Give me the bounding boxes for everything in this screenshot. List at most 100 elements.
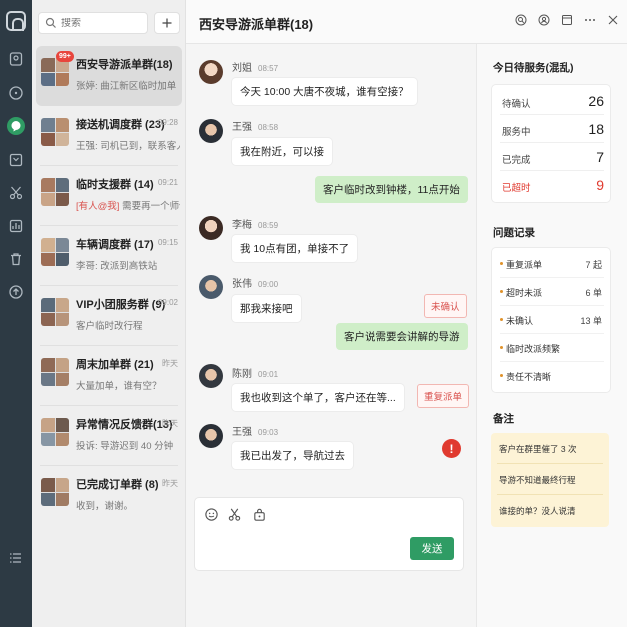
issue-item[interactable]: 重复派单 7 起 bbox=[492, 250, 612, 278]
today-title: 今日待服务(混乱) bbox=[493, 62, 574, 74]
session-time: 09:28 bbox=[157, 118, 178, 127]
trash-icon[interactable] bbox=[7, 250, 25, 268]
session-time: 09:21 bbox=[157, 178, 178, 187]
session-item-weekend[interactable]: 周末加单群 (21) 昨天 大量加单，谁有空？ bbox=[32, 346, 186, 406]
stat-completed[interactable]: 已完成 7 bbox=[492, 143, 612, 171]
session-preview: 收到，谢谢。 bbox=[76, 501, 134, 512]
issue-item[interactable]: 责任不清晰 bbox=[492, 362, 612, 390]
session-time: 09:02 bbox=[157, 298, 178, 307]
chart-icon[interactable] bbox=[7, 217, 25, 235]
note-item: 导游不知道最终行程 bbox=[491, 464, 609, 495]
message-sender: 王强 08:58 bbox=[232, 122, 279, 133]
send-button[interactable]: 发送 bbox=[410, 537, 454, 560]
message-bubble: 我 10点有团，单接不了 bbox=[232, 235, 358, 262]
session-time: 昨天 bbox=[162, 359, 178, 368]
task-icon[interactable] bbox=[7, 151, 25, 169]
mention-tag: [有人@我] bbox=[76, 201, 120, 212]
issue-item[interactable]: 未确认 13 单 bbox=[492, 306, 612, 334]
upload-icon[interactable] bbox=[7, 283, 25, 301]
session-item-vehicle[interactable]: 车辆调度群 (17) 09:15 李哥: 改派到高铁站 bbox=[32, 226, 186, 286]
note-item: 谁接的单？没人说清 bbox=[499, 506, 576, 516]
duplicate-dispatch-tag[interactable]: 重复派单 bbox=[417, 384, 470, 408]
member-icon[interactable] bbox=[538, 14, 550, 26]
avatar bbox=[199, 275, 223, 299]
message-sender: 刘姐 08:57 bbox=[232, 63, 279, 74]
session-item-completed[interactable]: 已完成订单群 (8) 昨天 收到，谢谢。 bbox=[32, 466, 186, 526]
session-preview: 张婷: 曲江新区临时加单 bbox=[76, 81, 177, 92]
issue-item[interactable]: 临时改派频繁 bbox=[492, 334, 612, 362]
group-avatar bbox=[41, 298, 69, 326]
close-icon[interactable] bbox=[607, 14, 619, 26]
group-avatar bbox=[41, 478, 69, 506]
session-name: 已完成订单群 (8) bbox=[76, 479, 159, 491]
session-name: 西安导游派单群(18) bbox=[76, 59, 173, 71]
session-preview: 投诉: 导游迟到 40 分钟 bbox=[76, 441, 174, 452]
message-composer[interactable]: 发送 bbox=[194, 497, 464, 571]
group-avatar bbox=[41, 58, 69, 86]
more-icon[interactable] bbox=[584, 14, 596, 26]
unconfirmed-tag[interactable]: 未确认 bbox=[424, 294, 467, 318]
session-time: 昨天 bbox=[162, 479, 178, 488]
status-card: 待确认 26 服务中 18 已完成 7 已超时 9 bbox=[491, 84, 611, 203]
session-item-xian-guide[interactable]: 99+ 西安导游派单群(18) 张婷: 曲江新区临时加单 bbox=[36, 46, 182, 106]
session-time: 昨天 bbox=[162, 419, 178, 428]
avatar bbox=[199, 119, 223, 143]
stat-pending[interactable]: 待确认 26 bbox=[492, 87, 612, 115]
messages-icon[interactable] bbox=[7, 117, 25, 135]
issues-card: 重复派单 7 起 超时未派 6 单 未确认 13 单 临时改派频繁 责任不清晰 bbox=[491, 247, 611, 393]
session-list: 99+ 西安导游派单群(18) 张婷: 曲江新区临时加单 接送机调度群 (23)… bbox=[32, 0, 186, 627]
session-item-support[interactable]: 临时支援群 (14) 09:21 [有人@我] 需要再一个师傅支援 bbox=[32, 166, 186, 226]
message-sender: 陈刚 09:01 bbox=[232, 369, 279, 380]
session-item-exception[interactable]: 异常情况反馈群(13) 昨天 投诉: 导游迟到 40 分钟 bbox=[32, 406, 186, 466]
group-avatar bbox=[41, 178, 69, 206]
session-preview: [有人@我] 需要再一个师傅支援 bbox=[76, 201, 180, 212]
chat-title: 西安导游派单群(18) bbox=[199, 17, 314, 32]
menu-icon[interactable] bbox=[7, 549, 25, 567]
search-input[interactable] bbox=[61, 17, 141, 29]
message-sender: 王强 09:03 bbox=[232, 427, 279, 438]
session-name: 车辆调度群 (17) bbox=[76, 239, 154, 251]
session-preview: 客户临时改行程 bbox=[76, 321, 143, 332]
message-bubble: 我在附近，可以接 bbox=[232, 138, 332, 165]
stat-overdue[interactable]: 已超时 9 bbox=[492, 171, 612, 199]
alert-icon[interactable]: ! bbox=[442, 439, 461, 458]
session-name: VIP小团服务群 (9) bbox=[76, 299, 166, 311]
scissors-icon[interactable] bbox=[7, 184, 25, 202]
session-preview: 大量加单，谁有空？ bbox=[76, 381, 162, 392]
plus-icon bbox=[162, 18, 172, 28]
group-avatar bbox=[41, 358, 69, 386]
chat-header: 西安导游派单群(18) bbox=[186, 0, 627, 44]
avatar bbox=[199, 364, 223, 388]
gift-icon[interactable] bbox=[251, 506, 267, 522]
message-bubble-mine: 客户临时改到钟楼，11点开始 bbox=[315, 176, 468, 203]
avatar bbox=[199, 216, 223, 240]
session-name: 接送机调度群 (23) bbox=[76, 119, 165, 131]
session-preview: 王强: 司机已到，联系客人 bbox=[76, 141, 180, 152]
window-icon[interactable] bbox=[561, 14, 573, 26]
notes-card: 客户在群里催了 3 次 导游不知道最终行程 谁接的单？没人说清 bbox=[491, 433, 609, 527]
info-panel: 今日待服务(混乱) 待确认 26 服务中 18 已完成 7 已超时 9 问题记录 重复派… bbox=[476, 44, 627, 627]
emoji-icon[interactable] bbox=[203, 506, 219, 522]
group-avatar bbox=[41, 118, 69, 146]
stat-in-service[interactable]: 服务中 18 bbox=[492, 115, 612, 143]
add-button[interactable] bbox=[154, 12, 180, 34]
message-bubble: 我已出发了，导航过去 bbox=[232, 442, 353, 469]
search-history-icon[interactable] bbox=[515, 14, 527, 26]
issues-title: 问题记录 bbox=[493, 227, 535, 239]
search-box[interactable] bbox=[38, 12, 148, 34]
unread-badge: 99+ bbox=[56, 51, 74, 62]
avatar bbox=[199, 424, 223, 448]
message-bubble-mine: 客户说需要会讲解的导游 bbox=[336, 323, 468, 350]
message-bubble: 那我来接吧 bbox=[232, 295, 301, 322]
note-item: 客户在群里催了 3 次 bbox=[491, 433, 609, 464]
search-icon bbox=[45, 17, 56, 28]
notes-title: 备注 bbox=[493, 413, 514, 425]
session-time: 09:15 bbox=[157, 238, 178, 247]
issue-item[interactable]: 超时未派 6 单 bbox=[492, 278, 612, 306]
scissors-icon[interactable] bbox=[226, 506, 242, 522]
chat-icon[interactable] bbox=[7, 84, 25, 102]
contacts-icon[interactable] bbox=[7, 50, 25, 68]
session-item-vip[interactable]: VIP小团服务群 (9) 09:02 客户临时改行程 bbox=[32, 286, 186, 346]
session-name: 临时支援群 (14) bbox=[76, 179, 154, 191]
session-item-airport[interactable]: 接送机调度群 (23) 09:28 王强: 司机已到，联系客人 bbox=[32, 106, 186, 166]
